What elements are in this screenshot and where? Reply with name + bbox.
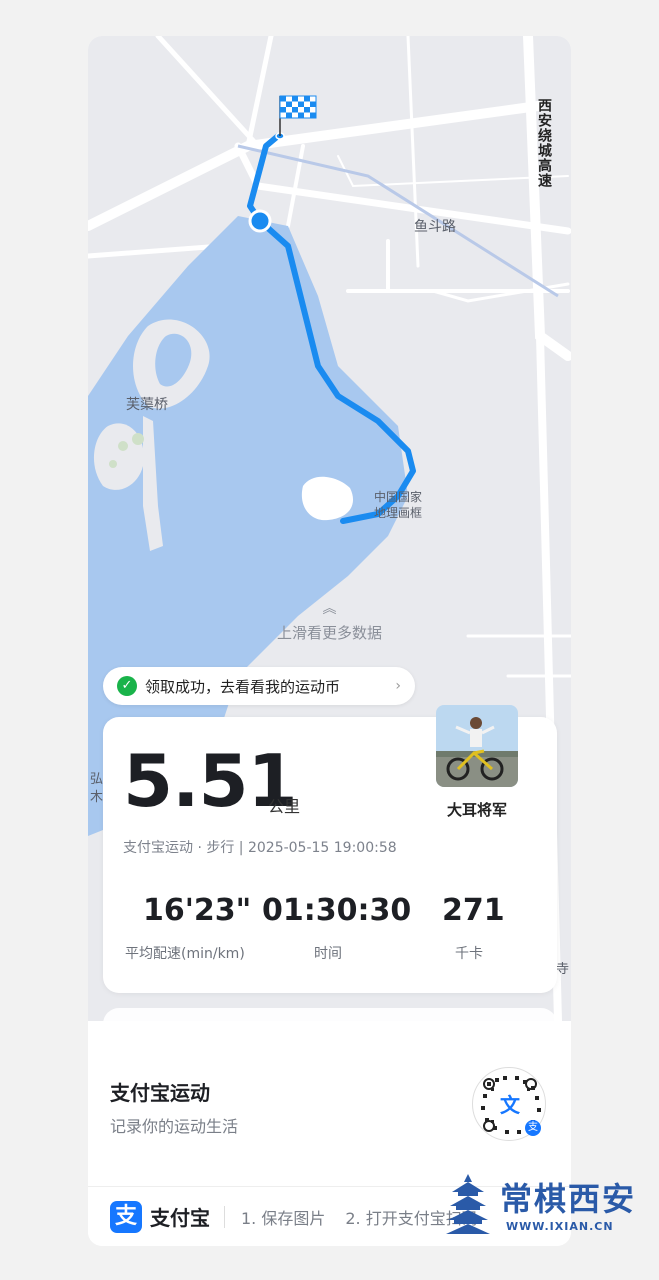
duration-label: 时间 [314,946,342,962]
double-chevron-up-icon: ︽ [322,601,337,617]
check-icon: ✓ [117,676,137,696]
pace-label: 平均配速(min/km) [125,946,245,962]
alipay-brand: 支付宝 [150,1206,210,1230]
coin-banner-text: 领取成功，去看看我的运动币 [145,677,341,696]
calories-value: 271 [442,893,505,928]
app-subtitle: 记录你的运动生活 [110,1117,239,1136]
swipe-up-hint[interactable]: ︽ 上滑看更多数据 [88,602,571,643]
divider [224,1205,225,1228]
swipe-hint-text: 上滑看更多数据 [276,624,382,642]
step-save-image: 1. 保存图片 [241,1208,326,1228]
pace-value: 16'23" [143,893,252,928]
edge-label-left-2: 木 [90,790,104,805]
activity-meta: 支付宝运动 · 步行 | 2025-05-15 19:00:58 [123,840,397,856]
username: 大耳将军 [446,801,507,819]
app-title: 支付宝运动 [110,1081,210,1105]
road-label: 鱼斗路 [414,219,456,235]
chevron-right-icon: › [395,678,401,694]
highway-label: 西安绕城高速 [536,98,552,188]
route-map[interactable]: 西安绕城高速 鱼斗路 芙蕖桥 中国国家 地理画框 弘 木 寺 ︽ 上滑看更多数据… [88,36,571,1048]
calories-label: 千卡 [455,946,483,962]
distance-unit: 公里 [268,797,301,816]
start-point-icon [248,209,272,233]
duration-value: 01:30:30 [262,893,412,928]
sport-logo-icon: 文 [495,1090,525,1120]
edge-label-right: 寺 [556,962,570,977]
landmark-label-line1: 中国国家 [374,490,423,504]
watermark-url: WWW.IXIAN.CN [506,1220,614,1233]
watermark-text: 常棋西安 [500,1180,637,1218]
bridge-label: 芙蕖桥 [126,397,168,413]
edge-label-left-1: 弘 [90,772,104,787]
pagoda-logo-icon [446,1174,490,1234]
alipay-badge-icon: 支 [525,1120,541,1136]
landmark-label-line2: 地理画框 [374,506,423,520]
avatar [436,705,518,787]
sport-coin-banner[interactable]: ✓ 领取成功，去看看我的运动币 › [103,667,415,705]
watermark: 常棋西安 WWW.IXIAN.CN [440,1172,650,1242]
share-card: 西安绕城高速 鱼斗路 芙蕖桥 中国国家 地理画框 弘 木 寺 ︽ 上滑看更多数据… [88,36,571,1246]
qr-code: 文 支 [472,1067,546,1141]
stats-card: 5.51 公里 支付宝运动 · 步行 | 2025-05-15 19:00:58… [103,705,557,993]
alipay-logo-icon: 支 [110,1200,142,1233]
